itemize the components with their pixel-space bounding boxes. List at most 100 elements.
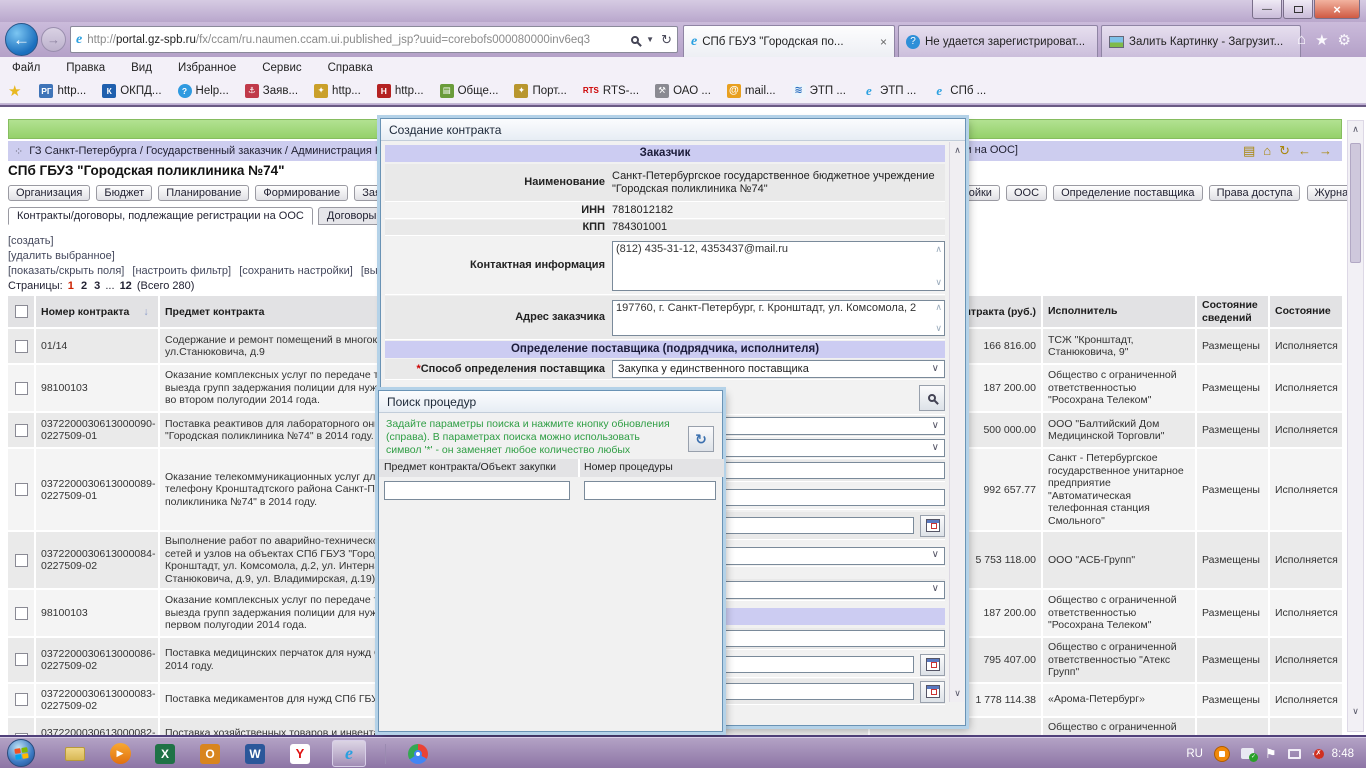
refresh-button[interactable]: ↻ <box>688 426 714 452</box>
favorite-item[interactable]: ? Help... <box>170 83 237 98</box>
save-settings-link[interactable]: [сохранить настройки] <box>239 265 353 277</box>
favorite-item[interactable]: ✦ Порт... <box>506 83 574 98</box>
ie-taskbar-active[interactable]: e <box>332 740 366 767</box>
col-info-state[interactable]: Состояние сведений <box>1197 296 1270 327</box>
favorite-item[interactable]: @ mail... <box>719 83 784 98</box>
row-checkbox[interactable] <box>14 693 28 706</box>
refresh-icon[interactable]: ↻ <box>661 32 672 48</box>
arrow-left-icon[interactable]: ← <box>1298 143 1311 159</box>
delete-selected-link[interactable]: [удалить выбранное] <box>8 250 115 262</box>
refresh-icon[interactable]: ↻ <box>1279 143 1290 159</box>
word-icon[interactable]: W <box>242 741 268 767</box>
usb-eject-icon[interactable]: ✓ <box>1240 748 1258 762</box>
scroll-down-icon[interactable]: ∨ <box>950 688 965 699</box>
scroll-up-icon[interactable]: ∧ <box>1348 124 1363 135</box>
create-link[interactable]: [создать] <box>8 235 54 247</box>
tab-oos[interactable]: ООС <box>1006 185 1048 201</box>
supplier-method-select[interactable]: Закупка у единственного поставщика ∨ <box>612 360 945 378</box>
search-icon[interactable] <box>631 35 640 44</box>
row-checkbox[interactable] <box>14 606 28 620</box>
chevron-down-icon[interactable]: ▼ <box>646 35 654 44</box>
favorite-item[interactable]: ▤ Обще... <box>432 83 507 98</box>
start-button[interactable] <box>7 739 35 767</box>
subtab-contracts-oos[interactable]: Контракты/договоры, подлежащие регистрац… <box>8 207 313 225</box>
volume-muted-icon[interactable]: ✗ <box>1311 748 1324 759</box>
page-link-3[interactable]: 3 <box>94 280 100 292</box>
tab-budget[interactable]: Бюджет <box>96 185 153 201</box>
row-checkbox[interactable] <box>14 553 28 567</box>
explorer-icon[interactable] <box>62 741 88 767</box>
favorite-item[interactable]: К ОКПД... <box>94 83 169 98</box>
select-all-checkbox[interactable] <box>14 305 28 318</box>
row-checkbox[interactable] <box>14 339 28 353</box>
page-link-2[interactable]: 2 <box>81 280 87 292</box>
dialog-title[interactable]: Поиск процедур <box>379 391 722 413</box>
col-number[interactable]: Номер контракта ↓ <box>36 296 160 327</box>
menu-edit[interactable]: Правка <box>66 62 105 74</box>
textarea-scroll-up-icon[interactable]: ∧ <box>935 302 942 312</box>
row-checkbox[interactable] <box>14 381 28 395</box>
contact-info-textarea[interactable]: (812) 435-31-12, 4353437@mail.ru <box>612 240 945 291</box>
textarea-scroll-down-icon[interactable]: ∨ <box>935 277 942 287</box>
col-executor[interactable]: Исполнитель <box>1043 296 1197 327</box>
favorite-item[interactable]: e ЭТП ... <box>854 83 924 98</box>
forward-button[interactable]: → <box>41 27 66 52</box>
favorite-item[interactable]: ⚓ Заяв... <box>237 83 306 98</box>
home-icon[interactable]: ⌂ <box>1297 31 1306 49</box>
action-center-flag-icon[interactable]: ⚑ <box>1265 746 1277 762</box>
calendar-button[interactable] <box>920 653 945 676</box>
procedure-number-input[interactable] <box>584 481 716 500</box>
menu-file[interactable]: Файл <box>12 62 40 74</box>
favorite-item[interactable]: РГ http... <box>31 83 94 98</box>
home-icon[interactable]: ⌂ <box>1263 143 1271 159</box>
tab-active[interactable]: e СПб ГБУЗ "Городская по... × <box>683 25 895 57</box>
minimize-button[interactable]: — <box>1252 0 1282 19</box>
tab-access-rights[interactable]: Права доступа <box>1208 185 1301 201</box>
scroll-down-icon[interactable]: ∨ <box>1348 706 1363 717</box>
yandex-browser-icon[interactable]: Y <box>287 741 313 767</box>
row-checkbox[interactable] <box>14 653 28 667</box>
tab-organization[interactable]: Организация <box>8 185 91 201</box>
col-state[interactable]: Состояние <box>1270 296 1342 327</box>
procedure-search-button[interactable] <box>919 384 945 411</box>
contract-subject-input[interactable] <box>384 481 570 500</box>
favorite-item[interactable]: ≋ ЭТП ... <box>784 83 854 98</box>
chrome-icon[interactable] <box>405 741 431 767</box>
favorite-item[interactable]: ⚒ ОАО ... <box>647 83 719 98</box>
folder-icon[interactable]: ▤ <box>1243 143 1255 159</box>
tab-planning[interactable]: Планирование <box>158 185 250 201</box>
tab-supplier-determination[interactable]: Определение поставщика <box>1053 185 1203 201</box>
network-icon[interactable] <box>1287 748 1301 759</box>
favorite-item[interactable]: RTS RTS-... <box>575 84 647 98</box>
customer-address-textarea[interactable]: 197760, г. Санкт-Петербург, г. Кронштадт… <box>612 299 945 336</box>
textarea-scroll-down-icon[interactable]: ∨ <box>935 323 942 333</box>
close-button[interactable]: × <box>1314 0 1360 19</box>
calendar-button[interactable] <box>920 514 945 537</box>
arrow-right-icon[interactable]: → <box>1319 143 1332 159</box>
configure-filter-link[interactable]: [настроить фильтр] <box>132 265 231 277</box>
favorite-item[interactable]: Нhttp... <box>369 83 432 98</box>
favorites-star-icon[interactable]: ★ <box>1315 31 1328 49</box>
language-indicator[interactable]: RU <box>1186 748 1203 760</box>
page-scrollbar[interactable]: ∧ ∨ <box>1347 120 1364 732</box>
gear-icon[interactable]: ⚙ <box>1338 31 1351 49</box>
row-checkbox[interactable] <box>14 423 28 437</box>
star-icon[interactable]: ★ <box>8 82 21 100</box>
scroll-up-icon[interactable]: ∧ <box>950 145 965 156</box>
antivirus-icon[interactable] <box>1213 745 1230 762</box>
tab-3[interactable]: Залить Картинку - Загрузит... <box>1101 25 1301 57</box>
maximize-button[interactable] <box>1283 0 1313 19</box>
favorite-item[interactable]: e СПб ... <box>924 83 994 98</box>
menu-favorites[interactable]: Избранное <box>178 62 236 74</box>
outlook-icon[interactable]: O <box>197 741 223 767</box>
scroll-thumb[interactable] <box>1350 143 1361 263</box>
textarea-scroll-up-icon[interactable]: ∧ <box>935 244 942 254</box>
excel-icon[interactable]: X <box>152 741 178 767</box>
menu-view[interactable]: Вид <box>131 62 152 74</box>
tab-forming[interactable]: Формирование <box>255 185 349 201</box>
sort-desc-icon[interactable]: ↓ <box>143 306 148 318</box>
back-button[interactable]: ← <box>5 23 38 56</box>
favorite-item[interactable]: ✦ http... <box>306 83 369 98</box>
dialog-title[interactable]: Создание контракта <box>381 119 965 141</box>
clock[interactable]: 8:48 <box>1332 748 1354 760</box>
